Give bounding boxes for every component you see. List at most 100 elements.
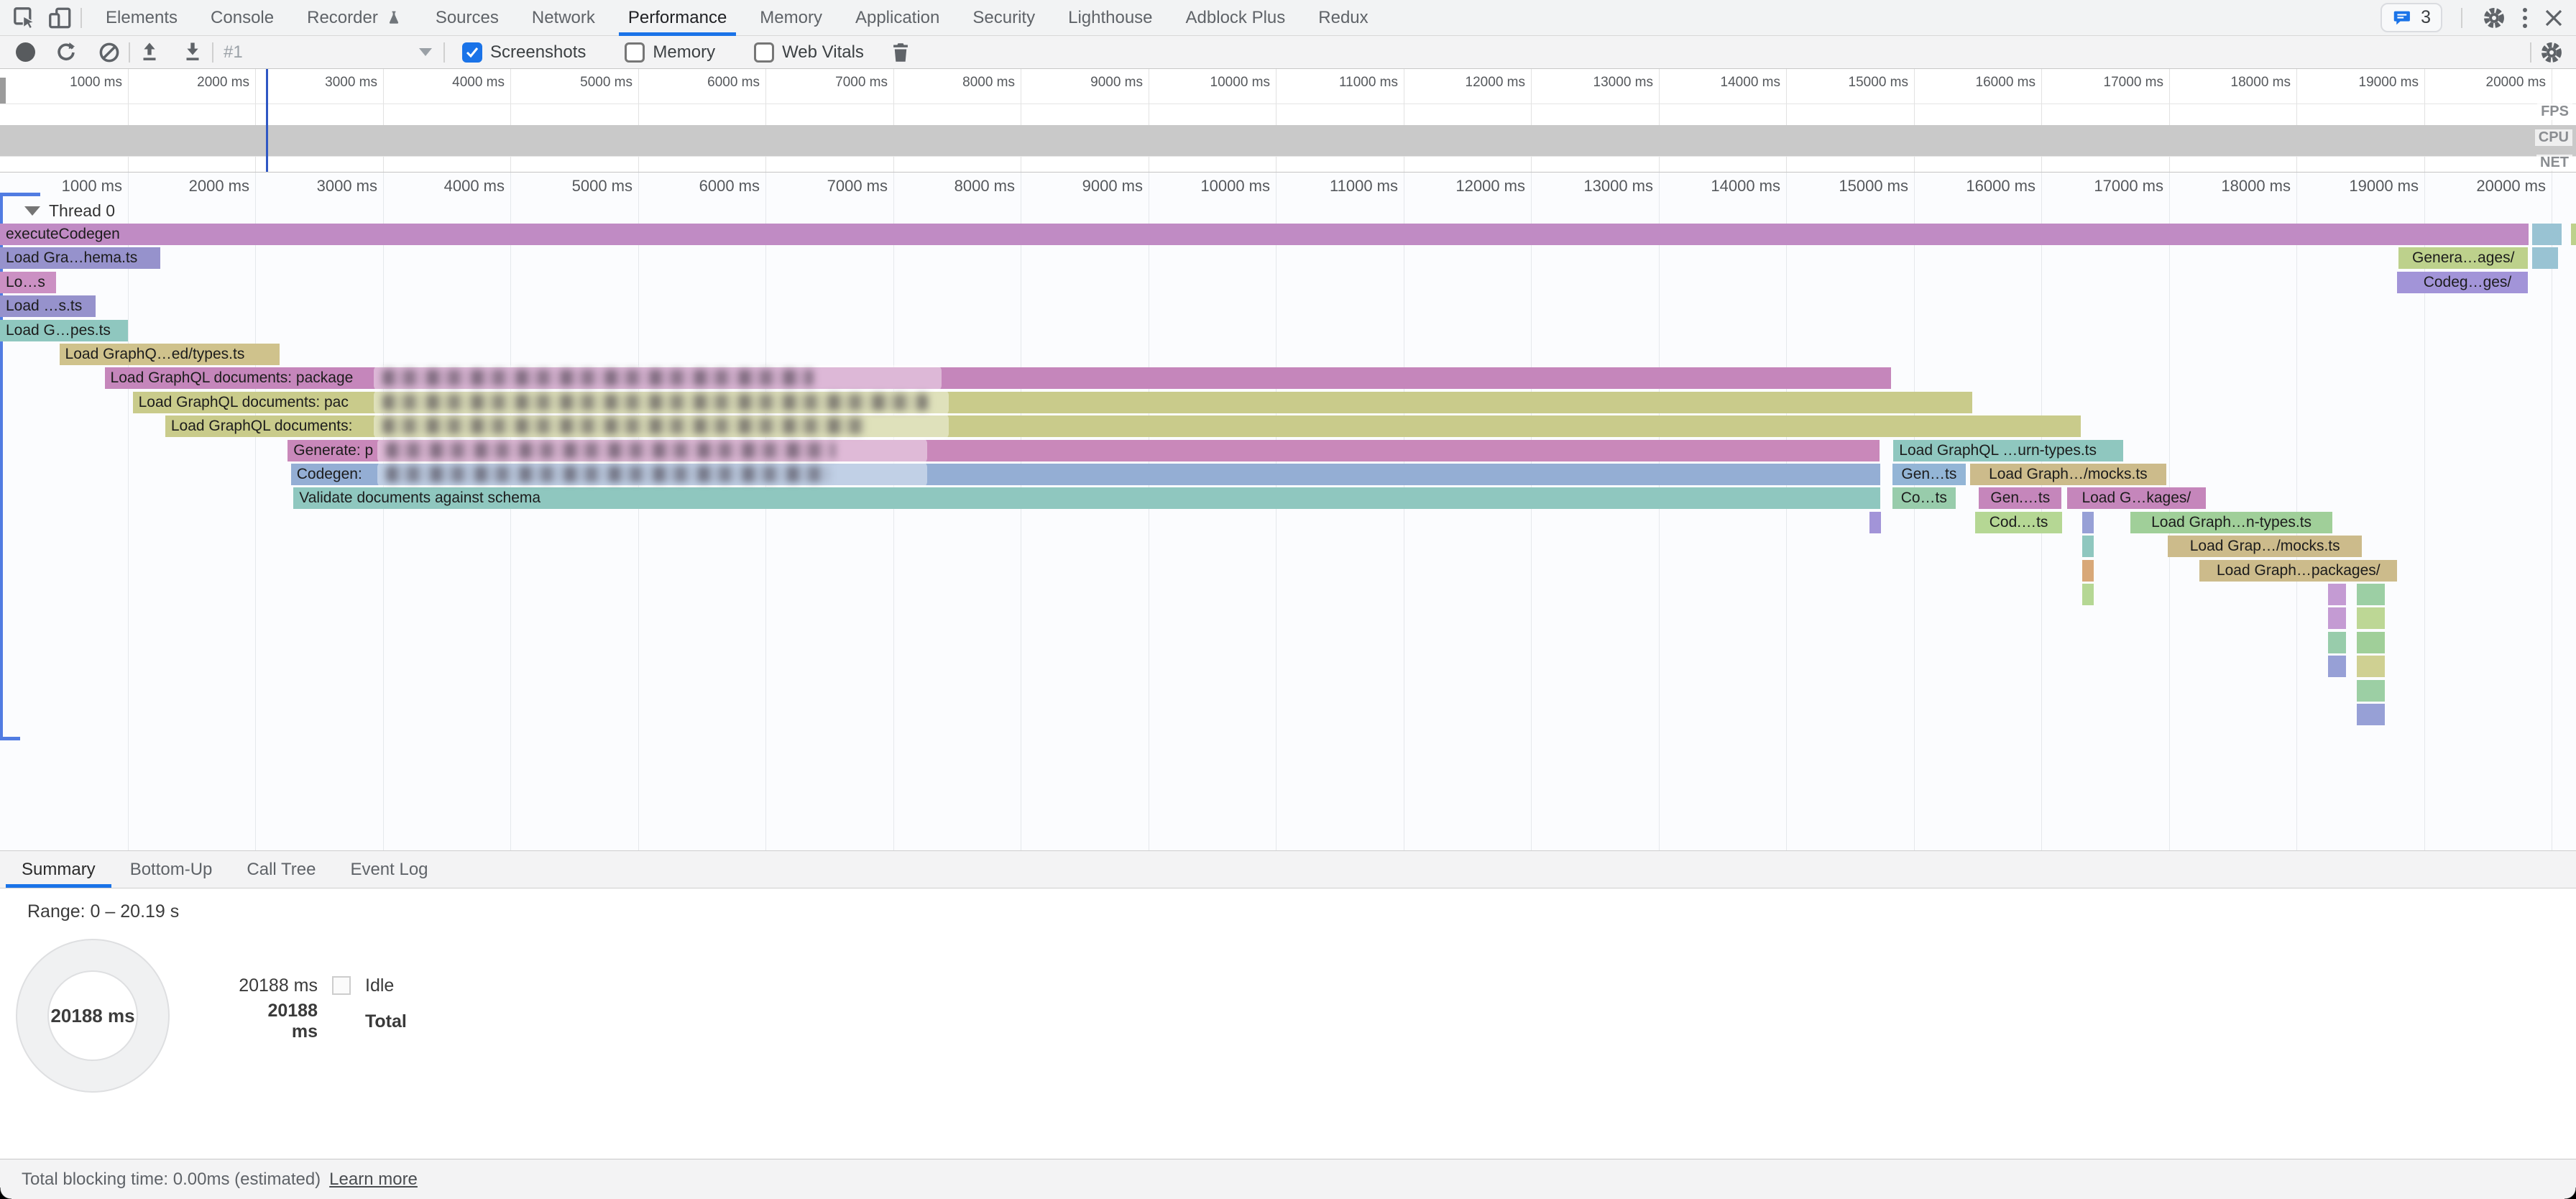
flame-bar[interactable]: executeCodegen xyxy=(0,224,2529,245)
flame-bar[interactable] xyxy=(2357,607,2385,629)
flame-bar[interactable]: Codeg…ges/ xyxy=(2407,272,2528,293)
flame-bar[interactable] xyxy=(2357,584,2385,605)
ruler-label: 18000 ms xyxy=(2168,75,2291,91)
tab-redux[interactable]: Redux xyxy=(1302,0,1384,36)
learn-more-link[interactable]: Learn more xyxy=(329,1170,418,1190)
save-profile-icon[interactable] xyxy=(180,40,205,65)
more-options-icon[interactable] xyxy=(2518,8,2531,28)
checkbox-memory[interactable]: Memory xyxy=(625,42,715,63)
tab-console[interactable]: Console xyxy=(194,0,290,36)
checkbox-screenshots[interactable]: Screenshots xyxy=(462,42,586,63)
flame-bar[interactable] xyxy=(2328,584,2347,605)
ruler-label: 17000 ms xyxy=(2041,177,2163,196)
tab-elements[interactable]: Elements xyxy=(89,0,194,36)
flame-bar[interactable] xyxy=(2328,607,2347,629)
flame-bar[interactable] xyxy=(2082,512,2094,533)
clear-icon[interactable] xyxy=(97,40,121,65)
summary-legend: 20188 msIdle20188 msTotal xyxy=(237,973,407,1034)
ruler-label: 5000 ms xyxy=(510,75,632,91)
flame-bar[interactable] xyxy=(1869,512,1881,533)
flame-bar[interactable]: Co…ts xyxy=(1892,487,1956,509)
checkbox-web-vitals[interactable]: Web Vitals xyxy=(754,42,864,63)
flame-bar[interactable] xyxy=(2357,704,2385,725)
flame-bar[interactable] xyxy=(2357,656,2385,677)
collapse-triangle-icon[interactable] xyxy=(24,206,40,216)
devtools-window: ElementsConsoleRecorderSourcesNetworkPer… xyxy=(0,0,2576,1199)
web-vitals-checkbox[interactable] xyxy=(754,42,774,63)
flame-bar[interactable]: Load GraphQL documents: package xyxy=(105,367,1891,389)
ruler-label: 3000 ms xyxy=(255,75,377,91)
screenshots-checkbox[interactable] xyxy=(462,42,482,63)
flame-bar[interactable] xyxy=(2532,247,2558,269)
ruler-label: 13000 ms xyxy=(1531,75,1653,91)
ruler-label: 2000 ms xyxy=(127,75,249,91)
record-button[interactable] xyxy=(16,42,35,62)
chat-bubble-icon xyxy=(2392,8,2414,28)
flame-bar[interactable] xyxy=(2328,656,2347,677)
ruler-label: 12000 ms xyxy=(1403,177,1525,196)
flame-bar[interactable] xyxy=(2082,560,2094,582)
flame-bar[interactable]: Load GraphQL …urn-types.ts xyxy=(1893,440,2122,461)
flame-bar[interactable] xyxy=(2328,632,2347,653)
tab-adblock-plus[interactable]: Adblock Plus xyxy=(1169,0,1302,36)
tab-performance[interactable]: Performance xyxy=(612,0,743,36)
tab-application[interactable]: Application xyxy=(839,0,956,36)
thread-group-header[interactable]: Thread 0 xyxy=(24,201,115,221)
settings-gear-icon[interactable] xyxy=(2481,5,2507,31)
flame-bar[interactable] xyxy=(2357,680,2385,702)
overview-scroll-chip[interactable] xyxy=(0,78,6,104)
timeline-overview[interactable]: 1000 ms2000 ms3000 ms4000 ms5000 ms6000 … xyxy=(0,69,2576,173)
flame-bar[interactable]: Gen…ts xyxy=(1892,464,1966,485)
ruler-label: 2000 ms xyxy=(127,177,249,196)
tab-bottom-up[interactable]: Bottom-Up xyxy=(113,851,230,888)
tab-call-tree[interactable]: Call Tree xyxy=(229,851,333,888)
flame-bar[interactable]: Load …s.ts xyxy=(0,295,96,317)
flame-bar[interactable]: Genera…ages/ xyxy=(2398,247,2528,269)
flame-bar[interactable]: Cod.…ts xyxy=(1975,512,2062,533)
ruler-label: 20000 ms xyxy=(2424,177,2546,196)
flame-bar[interactable] xyxy=(2082,536,2094,557)
flame-bar[interactable] xyxy=(2571,224,2576,245)
divider xyxy=(80,8,82,28)
flame-bar[interactable]: Lo…s xyxy=(0,272,56,293)
flame-bar[interactable]: Gen.…ts xyxy=(1979,487,2061,509)
flame-bar[interactable]: Validate documents against schema xyxy=(293,487,1880,509)
flame-bar[interactable]: Load G…pes.ts xyxy=(0,320,128,341)
delete-recording-icon[interactable] xyxy=(888,40,913,65)
capture-settings-gear-icon[interactable] xyxy=(2539,40,2564,65)
flame-bar[interactable] xyxy=(2532,224,2562,245)
flame-chart[interactable]: 1000 ms2000 ms3000 ms4000 ms5000 ms6000 … xyxy=(0,173,2576,850)
close-icon[interactable] xyxy=(2543,7,2564,29)
tab-event-log[interactable]: Event Log xyxy=(333,851,445,888)
tab-memory[interactable]: Memory xyxy=(743,0,839,36)
flame-bar[interactable]: Load Grap…/mocks.ts xyxy=(2168,536,2362,557)
tab-summary[interactable]: Summary xyxy=(4,851,113,888)
flame-bar[interactable]: Load Graph…/mocks.ts xyxy=(1970,464,2166,485)
tab-sources[interactable]: Sources xyxy=(419,0,515,36)
tab-network[interactable]: Network xyxy=(515,0,612,36)
flame-bar[interactable]: Load GraphQ…ed/types.ts xyxy=(60,344,280,365)
flame-bar[interactable] xyxy=(2357,632,2385,653)
flame-bar[interactable]: Load G…kages/ xyxy=(2067,487,2206,509)
tab-security[interactable]: Security xyxy=(956,0,1052,36)
flame-bar[interactable] xyxy=(2082,584,2094,605)
redaction-overlay xyxy=(374,390,949,415)
ruler-label: 3000 ms xyxy=(255,177,377,196)
inspect-element-icon[interactable] xyxy=(12,5,37,31)
recording-history-select[interactable]: #1 xyxy=(221,40,436,65)
tab-recorder[interactable]: Recorder xyxy=(290,0,419,36)
load-profile-icon[interactable] xyxy=(137,40,162,65)
ruler-label: 15000 ms xyxy=(1786,75,1908,91)
net-lane-label: NET xyxy=(2536,155,2572,171)
tab-lighthouse[interactable]: Lighthouse xyxy=(1052,0,1169,36)
flame-bar[interactable]: Load Graph…packages/ xyxy=(2199,560,2397,582)
issues-button[interactable]: 3 xyxy=(2380,3,2442,32)
details-tabbar: SummaryBottom-UpCall TreeEvent Log xyxy=(0,850,2576,888)
reload-and-record-icon[interactable] xyxy=(54,40,78,65)
flame-bar[interactable]: Load Gra…hema.ts xyxy=(0,247,160,269)
device-toolbar-icon[interactable] xyxy=(47,5,73,31)
memory-checkbox[interactable] xyxy=(625,42,645,63)
donut-total-label: 20188 ms xyxy=(50,1005,134,1027)
flame-bar[interactable]: Load Graph…n-types.ts xyxy=(2130,512,2332,533)
ruler-label: 9000 ms xyxy=(1021,177,1143,196)
